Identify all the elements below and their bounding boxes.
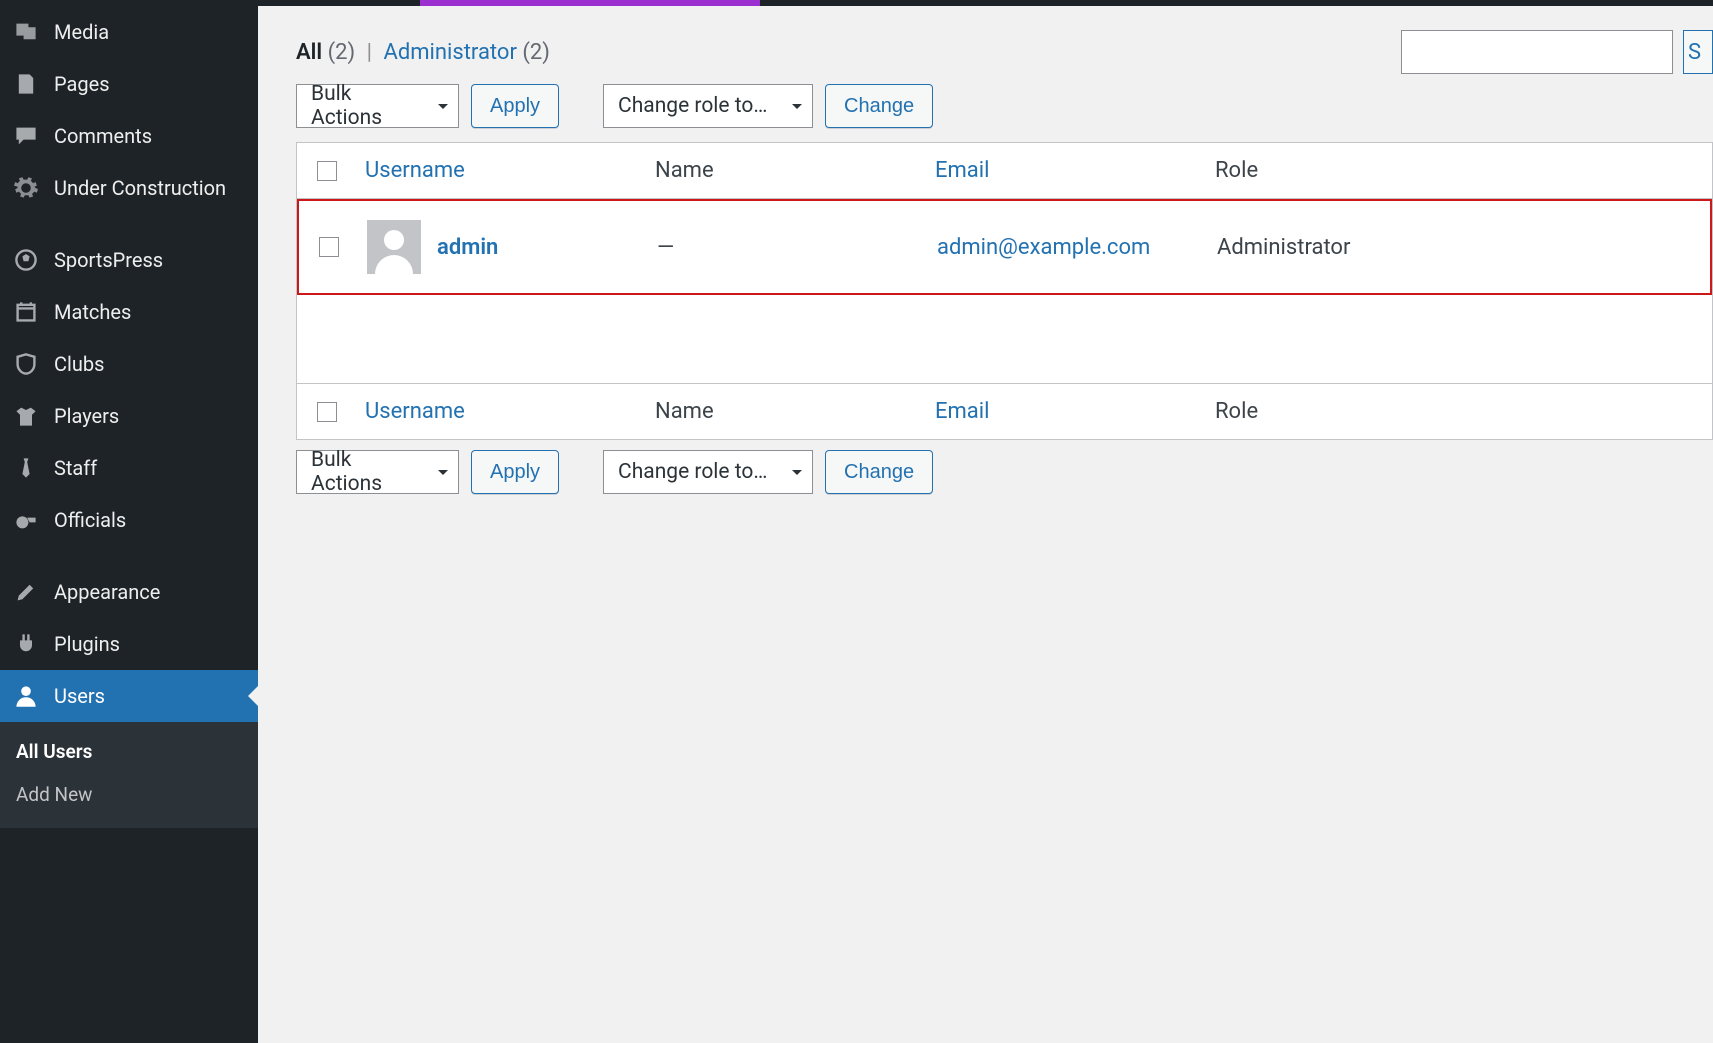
table-blank — [297, 295, 1712, 383]
brush-icon — [12, 580, 40, 604]
col-name: Name — [647, 146, 927, 195]
shirt-icon — [12, 404, 40, 428]
col-name-foot: Name — [647, 387, 927, 436]
filter-all-count: (2) — [328, 40, 356, 65]
pages-icon — [12, 72, 40, 96]
filter-all[interactable]: All — [296, 40, 322, 65]
select-all-checkbox[interactable] — [317, 161, 337, 181]
sidebar-item-users[interactable]: Users — [0, 670, 258, 722]
submenu-all-users[interactable]: All Users — [0, 730, 258, 773]
admin-sidebar: Media Pages Comments Under Construction … — [0, 6, 258, 1043]
sidebar-item-label: Pages — [54, 72, 110, 96]
sidebar-submenu-users: All Users Add New — [0, 722, 258, 828]
col-username-foot[interactable]: Username — [357, 387, 647, 436]
sidebar-item-label: SportsPress — [54, 248, 163, 272]
top-bar — [0, 0, 1713, 6]
sidebar-item-label: Appearance — [54, 580, 160, 604]
main-content: All (2) | Administrator (2) S Bulk Actio… — [258, 6, 1713, 1043]
apply-button-bottom[interactable]: Apply — [471, 450, 559, 494]
search-button-partial[interactable]: S — [1683, 30, 1713, 74]
bulk-actions-top: Bulk Actions Apply Change role to… Chang… — [296, 84, 1713, 128]
table-footer: Username Name Email Role — [297, 383, 1712, 439]
row-checkbox[interactable] — [319, 237, 339, 257]
sidebar-item-label: Matches — [54, 300, 131, 324]
sidebar-item-pages[interactable]: Pages — [0, 58, 258, 110]
search-users-input[interactable] — [1401, 30, 1673, 74]
bulk-actions-select-bottom[interactable]: Bulk Actions — [296, 450, 459, 494]
col-email-foot[interactable]: Email — [927, 387, 1207, 436]
table-header: Username Name Email Role — [297, 143, 1712, 199]
sidebar-item-matches[interactable]: Matches — [0, 286, 258, 338]
sidebar-item-label: Players — [54, 404, 119, 428]
user-icon — [12, 684, 40, 708]
change-role-select[interactable]: Change role to… — [603, 84, 813, 128]
col-role-foot: Role — [1207, 387, 1427, 436]
col-username[interactable]: Username — [357, 146, 647, 195]
bulk-actions-bottom: Bulk Actions Apply Change role to… Chang… — [296, 450, 1713, 494]
cell-role: Administrator — [1209, 223, 1429, 272]
sidebar-item-label: Users — [54, 684, 105, 708]
bulk-actions-select[interactable]: Bulk Actions — [296, 84, 459, 128]
table-row-highlighted: admin — admin@example.com Administrator — [297, 199, 1712, 295]
filter-links: All (2) | Administrator (2) — [296, 40, 550, 65]
gear-icon — [12, 176, 40, 200]
sidebar-item-label: Staff — [54, 456, 97, 480]
sidebar-item-players[interactable]: Players — [0, 390, 258, 442]
sidebar-item-sportspress[interactable]: SportsPress — [0, 234, 258, 286]
submenu-add-new[interactable]: Add New — [0, 773, 258, 816]
sidebar-item-label: Under Construction — [54, 176, 226, 200]
sidebar-item-appearance[interactable]: Appearance — [0, 566, 258, 618]
username-link[interactable]: admin — [437, 235, 498, 260]
avatar — [367, 220, 421, 274]
sidebar-item-comments[interactable]: Comments — [0, 110, 258, 162]
plug-icon — [12, 632, 40, 656]
calendar-icon — [12, 300, 40, 324]
apply-button[interactable]: Apply — [471, 84, 559, 128]
email-link[interactable]: admin@example.com — [937, 235, 1150, 260]
change-button[interactable]: Change — [825, 84, 933, 128]
select-all-checkbox-bottom[interactable] — [317, 402, 337, 422]
sidebar-item-officials[interactable]: Officials — [0, 494, 258, 546]
col-role: Role — [1207, 146, 1427, 195]
top-bar-accent — [420, 0, 760, 6]
whistle-icon — [12, 508, 40, 532]
sidebar-item-label: Plugins — [54, 632, 120, 656]
cell-name: — — [649, 223, 929, 272]
sidebar-item-plugins[interactable]: Plugins — [0, 618, 258, 670]
sidebar-item-clubs[interactable]: Clubs — [0, 338, 258, 390]
change-role-select-bottom[interactable]: Change role to… — [603, 450, 813, 494]
sidebar-item-media[interactable]: Media — [0, 6, 258, 58]
media-icon — [12, 20, 40, 44]
filter-admin-count: (2) — [522, 40, 550, 65]
comments-icon — [12, 124, 40, 148]
sidebar-item-label: Comments — [54, 124, 152, 148]
shield-icon — [12, 352, 40, 376]
sidebar-item-label: Officials — [54, 508, 126, 532]
tie-icon — [12, 456, 40, 480]
sidebar-item-label: Media — [54, 20, 109, 44]
filter-administrator[interactable]: Administrator — [383, 40, 516, 65]
users-table: Username Name Email Role admin — admin@e… — [296, 142, 1713, 440]
col-email[interactable]: Email — [927, 146, 1207, 195]
sidebar-item-label: Clubs — [54, 352, 104, 376]
soccer-icon — [12, 248, 40, 272]
sidebar-item-staff[interactable]: Staff — [0, 442, 258, 494]
sidebar-item-under-construction[interactable]: Under Construction — [0, 162, 258, 214]
change-button-bottom[interactable]: Change — [825, 450, 933, 494]
